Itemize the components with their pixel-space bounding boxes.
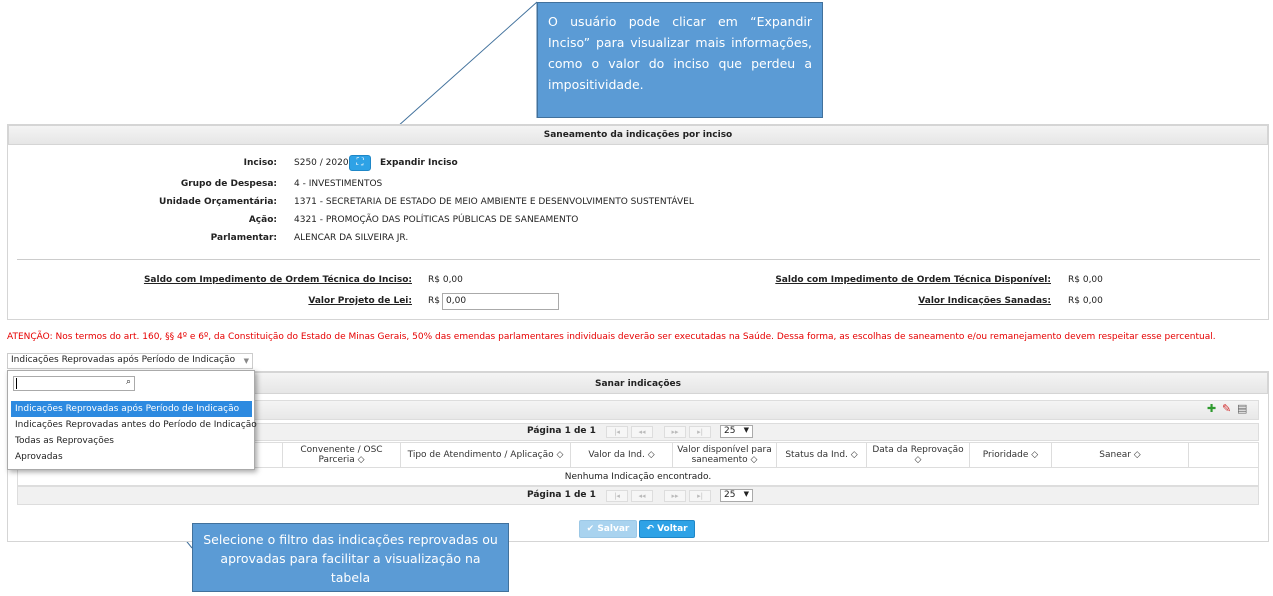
grupo-despesa-label: Grupo de Despesa: (180, 179, 277, 189)
empty-row: Nenhuma Indicação encontrado. (17, 468, 1259, 486)
acao-value: 4321 - PROMOÇÃO DAS POLÍTICAS PÚBLICAS D… (294, 215, 579, 225)
page-size-value: 25 (724, 426, 736, 436)
export-pdf-icon[interactable]: ✎ (1222, 403, 1234, 415)
back-arrow-icon: ↶ (646, 524, 654, 534)
grupo-despesa-value: 4 - INVESTIMENTOS (294, 179, 383, 189)
pagination-text-bottom: Página 1 de 1 (527, 490, 596, 500)
pager-first-button-bottom[interactable]: |◂ (606, 490, 628, 502)
filter-selected-value: Indicações Reprovadas após Período de In… (11, 355, 236, 365)
filter-option[interactable]: Indicações Reprovadas antes do Período d… (11, 417, 257, 433)
saldo-inciso-label: Saldo com Impedimento de Ordem Técnica d… (143, 275, 412, 285)
filter-select[interactable]: Indicações Reprovadas após Período de In… (7, 353, 253, 369)
valor-sanadas-value: R$ 0,00 (1068, 296, 1103, 306)
saldo-disponivel-value: R$ 0,00 (1068, 275, 1103, 285)
unidade-orcamentaria-value: 1371 - SECRETARIA DE ESTADO DE MEIO AMBI… (294, 197, 694, 207)
filter-search-input[interactable]: ⌕ (13, 376, 135, 391)
callout-filter: Selecione o filtro das indicações reprov… (192, 523, 509, 592)
salvar-button[interactable]: ✔ Salvar (579, 520, 637, 538)
column-valor-disponivel[interactable]: Valor disponível para saneamento ◇ (673, 443, 777, 467)
chevron-down-icon: ▼ (243, 357, 249, 365)
filter-option[interactable]: Aprovadas (11, 449, 252, 465)
column-data-reprovacao[interactable]: Data da Reprovação ◇ (867, 443, 970, 467)
inciso-label: Inciso: (243, 158, 277, 168)
search-icon: ⌕ (125, 377, 131, 387)
inciso-value: S250 / 2020 (294, 158, 349, 168)
column-convenente[interactable]: Convenente / OSC Parceria ◇ (283, 443, 401, 467)
expand-inciso-button[interactable]: ⛶ (349, 155, 371, 171)
saneamento-panel-title: Saneamento da indicações por inciso (8, 125, 1268, 145)
column-valor-ind[interactable]: Valor da Ind. ◇ (571, 443, 673, 467)
voltar-button[interactable]: ↶ Voltar (639, 520, 695, 538)
saldo-inciso-value: R$ 0,00 (428, 275, 463, 285)
page-size-value-bottom: 25 (724, 490, 736, 500)
check-icon: ✔ (586, 524, 595, 534)
pager-prev-button-bottom[interactable]: ◂◂ (631, 490, 653, 502)
column-prioridade[interactable]: Prioridade ◇ (970, 443, 1052, 467)
chevron-down-icon: ▼ (743, 490, 749, 498)
page-size-select-top[interactable]: 25 ▼ (720, 425, 753, 438)
column-tipo-atendimento[interactable]: Tipo de Atendimento / Aplicação ◇ (401, 443, 571, 467)
expand-icon: ⛶ (356, 157, 364, 168)
pager-next-button[interactable]: ▸▸ (664, 426, 686, 438)
page-size-select-bottom[interactable]: 25 ▼ (720, 489, 753, 502)
filter-options-list: Indicações Reprovadas após Período de In… (11, 401, 257, 465)
valor-projeto-label: Valor Projeto de Lei: (308, 296, 412, 306)
column-status[interactable]: Status da Ind. ◇ (777, 443, 867, 467)
unidade-orcamentaria-label: Unidade Orçamentária: (159, 197, 277, 207)
pager-last-button-bottom[interactable]: ▸| (689, 490, 711, 502)
text-cursor (16, 378, 17, 389)
pager-prev-button[interactable]: ◂◂ (631, 426, 653, 438)
salvar-label: Salvar (597, 524, 630, 534)
expand-inciso-link[interactable]: Expandir Inciso (380, 158, 458, 168)
pagination-text-top: Página 1 de 1 (527, 426, 596, 436)
filter-option[interactable]: Todas as Reprovações (11, 433, 252, 449)
parlamentar-label: Parlamentar: (210, 233, 277, 243)
pager-last-button[interactable]: ▸| (689, 426, 711, 438)
column-sanear[interactable]: Sanear ◇ (1052, 443, 1189, 467)
filter-dropdown: ⌕ Indicações Reprovadas após Período de … (7, 370, 257, 470)
voltar-label: Voltar (657, 524, 688, 534)
pager-next-button-bottom[interactable]: ▸▸ (664, 490, 686, 502)
warning-text: ATENÇÃO: Nos termos do art. 160, §§ 4º e… (7, 332, 1216, 342)
export-excel-icon[interactable]: ✚ (1207, 403, 1219, 415)
saldo-disponivel-label: Saldo com Impedimento de Ordem Técnica D… (775, 275, 1051, 285)
valor-projeto-prefix: R$ (428, 296, 440, 306)
divider (17, 259, 1260, 260)
chevron-down-icon: ▼ (743, 426, 749, 434)
valor-sanadas-label: Valor Indicações Sanadas: (918, 296, 1051, 306)
acao-label: Ação: (248, 215, 277, 225)
parlamentar-value: ALENCAR DA SILVEIRA JR. (294, 233, 409, 243)
valor-projeto-input[interactable]: 0,00 (442, 293, 559, 310)
filter-option[interactable]: Indicações Reprovadas após Período de In… (11, 401, 252, 417)
print-icon[interactable]: ▤ (1237, 403, 1250, 415)
pager-first-button[interactable]: |◂ (606, 426, 628, 438)
column-extra (1189, 443, 1258, 467)
